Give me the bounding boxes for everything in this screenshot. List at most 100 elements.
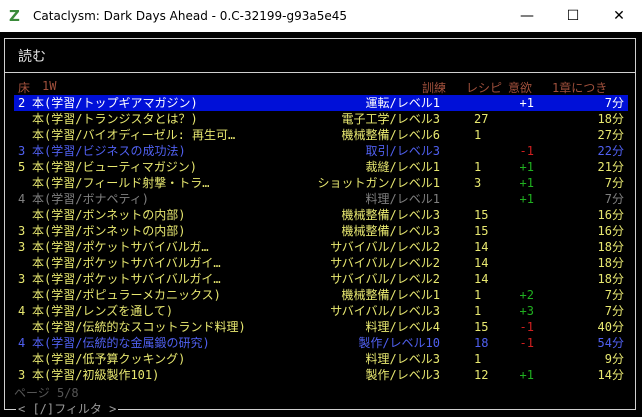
- menu-title: 読む: [18, 49, 46, 65]
- book-skill: 運転/レベル1: [365, 96, 440, 110]
- book-recipes: 12: [474, 368, 489, 382]
- book-skill: 製作/レベル3: [365, 368, 440, 382]
- header-per-chapter: 1章につき: [552, 81, 608, 95]
- book-skill: 電子工学/レベル3: [341, 112, 440, 126]
- book-row[interactable]: 3 本(学習/ポケットサバイバルガイ… サバイバル/レベル2 14 18分: [14, 271, 628, 287]
- book-time: 18分: [597, 272, 624, 286]
- book-motivation: +1: [519, 368, 534, 382]
- book-index: 4: [18, 304, 26, 318]
- book-motivation: -1: [519, 336, 534, 350]
- title-divider: [4, 72, 636, 73]
- book-time: 16分: [597, 208, 624, 222]
- book-index: 5: [18, 160, 26, 174]
- book-recipes: 27: [474, 112, 489, 126]
- book-row[interactable]: 本(学習/伝統的なスコットランド料理) 料理/レベル4 15 -1 40分: [14, 319, 628, 335]
- book-title: 本(学習/低予算クッキング): [32, 352, 186, 366]
- book-title: 本(学習/伝統的なスコットランド料理): [32, 320, 246, 334]
- book-recipes: 15: [474, 320, 489, 334]
- page-indicator: ページ 5/8: [14, 386, 79, 400]
- book-recipes: 15: [474, 224, 489, 238]
- book-index: 3: [18, 240, 26, 254]
- book-time: 18分: [597, 240, 624, 254]
- book-row[interactable]: 4 本(学習/レンズを通して) サバイバル/レベル3 1 +3 7分: [14, 303, 628, 319]
- header-recipe: レシピ: [466, 81, 503, 95]
- book-row[interactable]: 5 本(学習/ビューティマガジン) 裁縫/レベル1 1 +1 21分: [14, 159, 628, 175]
- book-skill: サバイバル/レベル2: [330, 256, 440, 270]
- book-row[interactable]: 本(学習/ポピュラーメカニックス) 機械整備/レベル1 1 +2 7分: [14, 287, 628, 303]
- book-skill: 機械整備/レベル3: [341, 224, 440, 238]
- book-title: 本(学習/ビジネスの成功法): [32, 144, 186, 158]
- book-row[interactable]: 2 本(学習/トップギアマガジン) 運転/レベル1 +1 7分: [14, 95, 628, 111]
- book-time: 7分: [604, 192, 624, 206]
- book-time: 54分: [597, 336, 624, 350]
- book-skill: サバイバル/レベル2: [330, 272, 440, 286]
- book-title: 本(学習/レンズを通して): [32, 304, 174, 318]
- book-time: 18分: [597, 256, 624, 270]
- book-skill: 料理/レベル4: [365, 320, 440, 334]
- book-recipes: 3: [474, 176, 482, 190]
- book-motivation: +1: [519, 96, 534, 110]
- book-row[interactable]: 3 本(学習/初級製作101) 製作/レベル3 12 +1 14分: [14, 367, 628, 383]
- book-row[interactable]: 本(学習/ポケットサバイバルガイ… サバイバル/レベル2 14 18分: [14, 255, 628, 271]
- book-time: 18分: [597, 112, 624, 126]
- header-motivation: 意欲: [508, 81, 533, 95]
- book-skill: サバイバル/レベル2: [330, 240, 440, 254]
- window-titlebar: Z Cataclysm: Dark Days Ahead - 0.C-32199…: [0, 0, 642, 32]
- book-row[interactable]: 3 本(学習/ビジネスの成功法) 取引/レベル3 -1 22分: [14, 143, 628, 159]
- book-time: 16分: [597, 224, 624, 238]
- book-motivation: +1: [519, 192, 534, 206]
- book-title: 本(学習/伝統的な金属鍛の研究): [32, 336, 210, 350]
- book-row[interactable]: 本(学習/バイオディーゼル: 再生可… 機械整備/レベル6 1 27分: [14, 127, 628, 143]
- book-recipes: 15: [474, 208, 489, 222]
- book-index: 4: [18, 192, 26, 206]
- book-motivation: -1: [519, 320, 534, 334]
- book-row[interactable]: 本(学習/トランジスタとは？) 電子工学/レベル3 27 18分: [14, 111, 628, 127]
- book-index: 3: [18, 144, 26, 158]
- book-index: 3: [18, 224, 26, 238]
- book-recipes: 1: [474, 288, 482, 302]
- book-time: 21分: [597, 160, 624, 174]
- book-skill: 裁縫/レベル1: [365, 160, 440, 174]
- book-recipes: 14: [474, 256, 489, 270]
- book-skill: 機械整備/レベル6: [341, 128, 440, 142]
- maximize-button[interactable]: ☐: [550, 0, 596, 32]
- filter-hint[interactable]: < [/]フィルタ >: [16, 400, 119, 417]
- book-time: 7分: [604, 288, 624, 302]
- book-title: 本(学習/ビューティマガジン): [32, 160, 197, 174]
- book-motivation: +2: [519, 288, 534, 302]
- book-skill: ショットガン/レベル1: [317, 176, 440, 190]
- book-title: 本(学習/ボンネットの内部): [32, 224, 186, 238]
- book-row[interactable]: 3 本(学習/ボンネットの内部) 機械整備/レベル3 15 16分: [14, 223, 628, 239]
- book-index: 2: [18, 96, 26, 110]
- close-button[interactable]: ✕: [596, 0, 642, 32]
- book-row[interactable]: 本(学習/ボンネットの内部) 機械整備/レベル3 15 16分: [14, 207, 628, 223]
- book-skill: 機械整備/レベル1: [341, 288, 440, 302]
- book-row[interactable]: 4 本(学習/伝統的な金属鍛の研究) 製作/レベル10 18 -1 54分: [14, 335, 628, 351]
- book-skill: 料理/レベル1: [365, 192, 440, 206]
- book-skill: 取引/レベル3: [365, 144, 440, 158]
- book-motivation: +1: [519, 176, 534, 190]
- book-recipes: 14: [474, 272, 489, 286]
- book-time: 27分: [597, 128, 624, 142]
- book-skill: 料理/レベル3: [365, 352, 440, 366]
- book-row[interactable]: 本(学習/フィールド射撃・トラ… ショットガン/レベル1 3 +1 7分: [14, 175, 628, 191]
- app-logo-icon: Z: [9, 7, 20, 25]
- book-recipes: 1: [474, 128, 482, 142]
- book-time: 9分: [604, 352, 624, 366]
- book-time: 7分: [604, 176, 624, 190]
- book-time: 40分: [597, 320, 624, 334]
- book-row[interactable]: 3 本(学習/ポケットサバイバルガ… サバイバル/レベル2 14 18分: [14, 239, 628, 255]
- window-title: Cataclysm: Dark Days Ahead - 0.C-32199-g…: [33, 9, 347, 23]
- book-index: 3: [18, 272, 26, 286]
- minimize-button[interactable]: —: [504, 0, 550, 32]
- book-index: 4: [18, 336, 26, 350]
- book-recipes: 18: [474, 336, 489, 350]
- book-title: 本(学習/ポピュラーメカニックス): [32, 288, 221, 302]
- book-row[interactable]: 4 本(学習/ボナペティ) 料理/レベル1 +1 7分: [14, 191, 628, 207]
- book-title: 本(学習/ボナペティ): [32, 192, 149, 206]
- book-skill: 製作/レベル10: [358, 336, 440, 350]
- book-title: 本(学習/ポケットサバイバルガイ…: [32, 272, 221, 286]
- book-row[interactable]: 本(学習/低予算クッキング) 料理/レベル3 1 9分: [14, 351, 628, 367]
- book-title: 本(学習/ポケットサバイバルガ…: [32, 240, 209, 254]
- book-index: 3: [18, 368, 26, 382]
